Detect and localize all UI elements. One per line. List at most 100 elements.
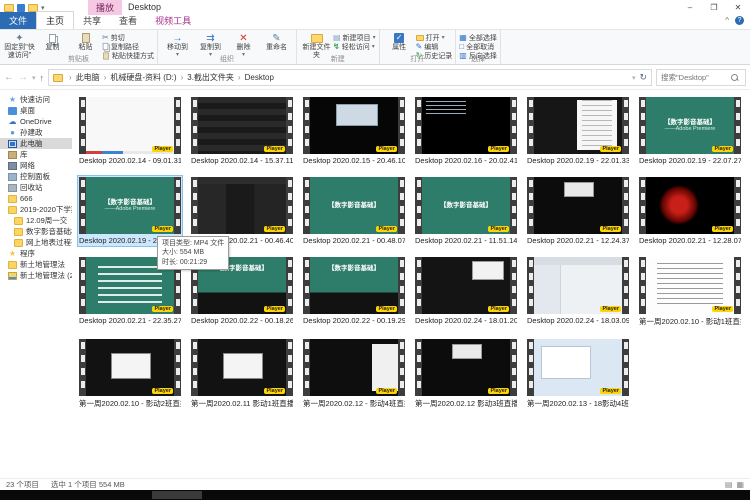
sidebar-item[interactable]: 孙建政 (0, 127, 72, 138)
sidebar-item[interactable]: 12.09周一交 (0, 215, 72, 226)
file-name[interactable]: Desktop 2020.02.24 - 18.01.20.01 (415, 316, 517, 325)
video-file-tile[interactable]: Player 第一周2020.02.10 - 影动2班直播视频全 (78, 338, 182, 410)
file-name[interactable]: Desktop 2020.02.19 - 22.07.27.02 (639, 156, 741, 165)
file-name[interactable]: Desktop 2020.02.14 - 09.01.31.02 (79, 156, 181, 165)
file-name[interactable]: 第一周2020.02.10 - 影动2班直播视频全 (79, 398, 181, 409)
properties-button[interactable]: ✓ 属性 (383, 31, 416, 52)
paste-button[interactable]: 粘贴 (69, 31, 102, 52)
help-icon[interactable]: ? (735, 16, 744, 25)
copy-button[interactable]: 复制 (36, 31, 69, 52)
ribbon-tab-bar: 文件 主页 共享 查看 视频工具 (0, 15, 750, 29)
video-file-tile[interactable]: 【数字影音基础】 ——Adobe Premiere Player Desktop… (638, 96, 742, 166)
breadcrumb-folder[interactable]: 3.截出文件夹 (185, 72, 236, 83)
minimize-button[interactable]: – (678, 0, 702, 15)
breadcrumb-this-pc[interactable]: 此电脑 (74, 72, 102, 83)
tab-share[interactable]: 共享 (74, 12, 110, 29)
file-name[interactable]: 第一周2020.02.11 影动1班直播视频下 (191, 398, 293, 409)
address-dropdown-icon[interactable]: ▾ (632, 74, 636, 82)
qat-customize-icon[interactable] (17, 4, 25, 12)
rename-button[interactable]: ✎ 重命名 (260, 31, 293, 52)
player-badge: Player (264, 388, 285, 394)
address-breadcrumb-bar[interactable]: › 此电脑 › 机械硬盘-资料 (D:) › 3.截出文件夹 › Desktop… (48, 69, 652, 86)
file-name[interactable]: Desktop 2020.02.22 - 00.18.26.02 (191, 316, 293, 325)
sidebar-item[interactable]: 新土地管理法 (0, 259, 72, 270)
search-input[interactable] (657, 73, 731, 82)
file-name[interactable]: 第一周2020.02.12 - 影动4班直播视频全 (303, 398, 405, 409)
sidebar-item[interactable]: 数字影音基础相关 (0, 226, 72, 237)
easy-access-button[interactable]: ↯轻松访问▾ (333, 42, 376, 51)
sidebar-item[interactable]: 新土地管理法 (2) (0, 270, 72, 281)
sidebar-item[interactable]: 桌面 (0, 105, 72, 116)
file-name[interactable]: Desktop 2020.02.21 - 12.28.07.03 (639, 236, 741, 245)
search-box[interactable] (656, 69, 746, 86)
video-file-tile[interactable]: 【数字影音基础】 Player Desktop 2020.02.21 - 00.… (302, 176, 406, 246)
forward-icon[interactable]: → (18, 72, 28, 83)
film-strip-frame: Player (415, 97, 517, 154)
sidebar-item[interactable]: 网络 (0, 160, 72, 171)
file-name[interactable]: Desktop 2020.02.21 - 12.24.37.02 (527, 236, 629, 245)
film-strip-edge (174, 177, 181, 234)
tab-video-tools[interactable]: 视频工具 (146, 12, 200, 29)
file-name[interactable]: Desktop 2020.02.21 - 00.48.07.02 (303, 236, 405, 245)
video-file-tile[interactable]: 【数字影音基础】 Player Desktop 2020.02.22 - 00.… (302, 256, 406, 328)
sidebar-item[interactable]: 回收站 (0, 182, 72, 193)
tab-home[interactable]: 主页 (36, 11, 74, 29)
new-item-icon: ▤ (333, 33, 341, 42)
sidebar-item[interactable]: 2019-2020下学期随 (0, 204, 72, 215)
video-file-tile[interactable]: Player 第一周2020.02.11 影动1班直播视频下 (190, 338, 294, 410)
sidebar-item[interactable]: 控制面板 (0, 171, 72, 182)
ribbon-group-new: 新建文件夹 ▤新建项目▾ ↯轻松访问▾ 新建 (297, 30, 380, 64)
file-name[interactable]: Desktop 2020.02.19 - 22.01.33.01 (527, 156, 629, 165)
recent-locations-icon[interactable]: ▾ (32, 74, 36, 82)
video-file-tile[interactable]: Player Desktop 2020.02.21 - 12.28.07.03 (638, 176, 742, 246)
file-name[interactable]: Desktop 2020.02.22 - 00.19.29.03 (303, 316, 405, 325)
video-file-tile[interactable]: Player 第一周2020.02.10 - 影动1班直播视频上 (638, 256, 742, 328)
file-name[interactable]: Desktop 2020.02.24 - 18.03.09.02 (527, 316, 629, 325)
video-file-tile[interactable]: Player Desktop 2020.02.16 - 20.02.41.01 (414, 96, 518, 166)
video-file-tile[interactable]: Player 第一周2020.02.12 影动3班直播视频上 (414, 338, 518, 410)
refresh-icon[interactable]: ↻ (639, 72, 647, 83)
sidebar-item[interactable]: 快速访问 (0, 94, 72, 105)
up-icon[interactable]: ↑ (40, 73, 45, 83)
player-badge-label: Player (600, 306, 621, 312)
file-name[interactable]: Desktop 2020.02.16 - 20.02.41.01 (415, 156, 517, 165)
video-file-tile[interactable]: Player Desktop 2020.02.15 - 20.46.10.01 (302, 96, 406, 166)
collapse-ribbon-icon[interactable]: ^ (725, 16, 729, 25)
video-file-tile[interactable]: Player Desktop 2020.02.24 - 18.03.09.02 (526, 256, 630, 328)
maximize-button[interactable]: ❐ (702, 0, 726, 15)
sidebar-item[interactable]: 网上地表过程存留 (0, 237, 72, 248)
file-name[interactable]: 第一周2020.02.12 影动3班直播视频上 (415, 398, 517, 409)
details-view-icon[interactable]: ▤ (725, 480, 733, 489)
film-strip-edge (303, 257, 310, 314)
video-file-tile[interactable]: Player 第一周2020.02.12 - 影动4班直播视频全 (302, 338, 406, 410)
sidebar-item[interactable]: 程序 (0, 248, 72, 259)
film-strip-frame: 【数字影音基础】 Player (415, 177, 517, 234)
breadcrumb-drive-d[interactable]: 机械硬盘-资料 (D:) (108, 72, 178, 83)
video-file-tile[interactable]: Player 第一周2020.02.13 - 18影动4班直播视频全 (526, 338, 630, 410)
tab-file[interactable]: 文件 (0, 12, 36, 29)
file-name[interactable]: Desktop 2020.02.21 - 22.35.27.01 (79, 316, 181, 325)
file-name[interactable]: 第一周2020.02.10 - 影动1班直播视频上 (639, 316, 741, 327)
video-file-tile[interactable]: Player Desktop 2020.02.21 - 12.24.37.02 (526, 176, 630, 246)
file-name[interactable]: Desktop 2020.02.21 - 11.51.14.01 (415, 236, 517, 245)
video-file-tile[interactable]: Player Desktop 2020.02.14 - 15.37.11.02 (190, 96, 294, 166)
select-group-label: 选择 (456, 54, 500, 64)
sidebar-item[interactable]: 666 (0, 193, 72, 204)
breadcrumb-desktop[interactable]: Desktop (243, 73, 276, 82)
file-name[interactable]: Desktop 2020.02.15 - 20.46.10.01 (303, 156, 405, 165)
video-file-tile[interactable]: Player Desktop 2020.02.19 - 22.01.33.01 (526, 96, 630, 166)
file-name[interactable]: 第一周2020.02.13 - 18影动4班直播视频全 (527, 398, 629, 409)
close-button[interactable]: ✕ (726, 0, 750, 15)
navigation-pane: 快速访问 桌面 OneDrive 孙建政 此电脑 库 网络 控制面板 回收站 6… (0, 90, 72, 478)
sidebar-item[interactable]: 库 (0, 149, 72, 160)
thumbnail-view-icon[interactable]: ▦ (736, 480, 744, 489)
back-icon[interactable]: ← (4, 72, 14, 83)
player-badge: Player (600, 388, 621, 394)
video-file-tile[interactable]: Player Desktop 2020.02.14 - 09.01.31.02 (78, 96, 182, 166)
video-file-tile[interactable]: Player Desktop 2020.02.24 - 18.01.20.01 (414, 256, 518, 328)
sidebar-item[interactable]: 此电脑 (0, 138, 72, 149)
tab-view[interactable]: 查看 (110, 12, 146, 29)
video-file-tile[interactable]: 【数字影音基础】 Player Desktop 2020.02.21 - 11.… (414, 176, 518, 246)
sidebar-item[interactable]: OneDrive (0, 116, 72, 127)
file-name[interactable]: Desktop 2020.02.14 - 15.37.11.02 (191, 156, 293, 165)
